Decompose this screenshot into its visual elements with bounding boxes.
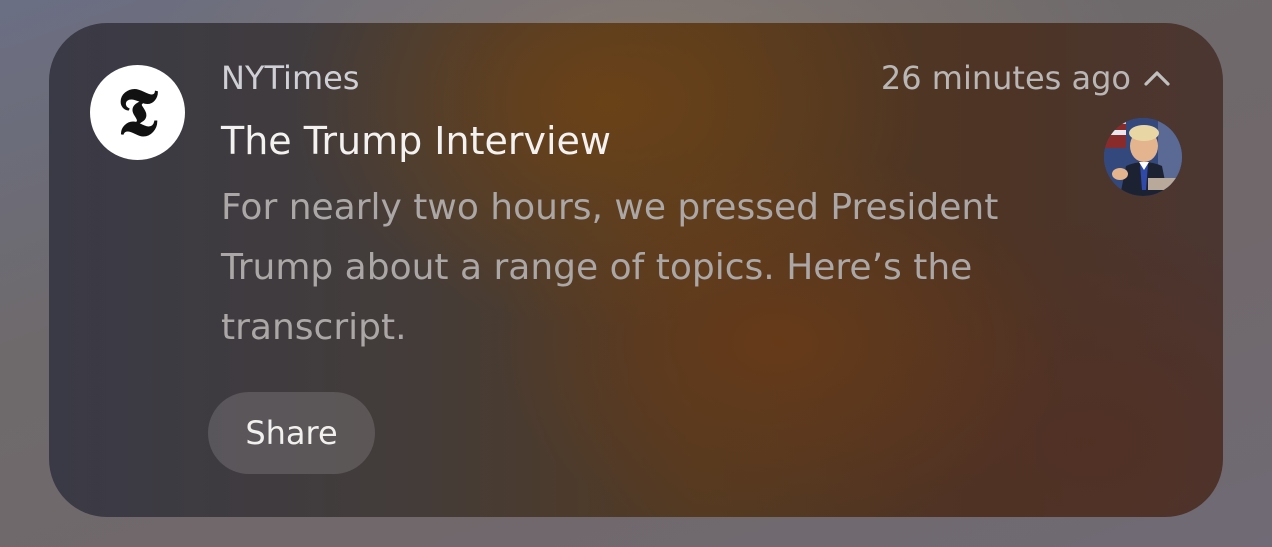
notification-card[interactable]: 𝕿 NYTimes 26 minutes ago The Trump Inter… [49,23,1223,517]
share-button[interactable]: Share [208,392,375,474]
nytimes-logo-icon: 𝕿 [90,65,185,160]
app-name: NYTimes [221,59,360,97]
timestamp: 26 minutes ago [880,59,1131,97]
notification-meta: 26 minutes ago [881,59,1171,97]
news-photo-thumbnail [1104,118,1182,196]
nytimes-logo-glyph: 𝕿 [117,72,158,151]
notification-body: For nearly two hours, we pressed Preside… [221,187,999,348]
chevron-up-icon[interactable] [1143,64,1171,92]
notification-title: The Trump Interview [221,119,612,163]
